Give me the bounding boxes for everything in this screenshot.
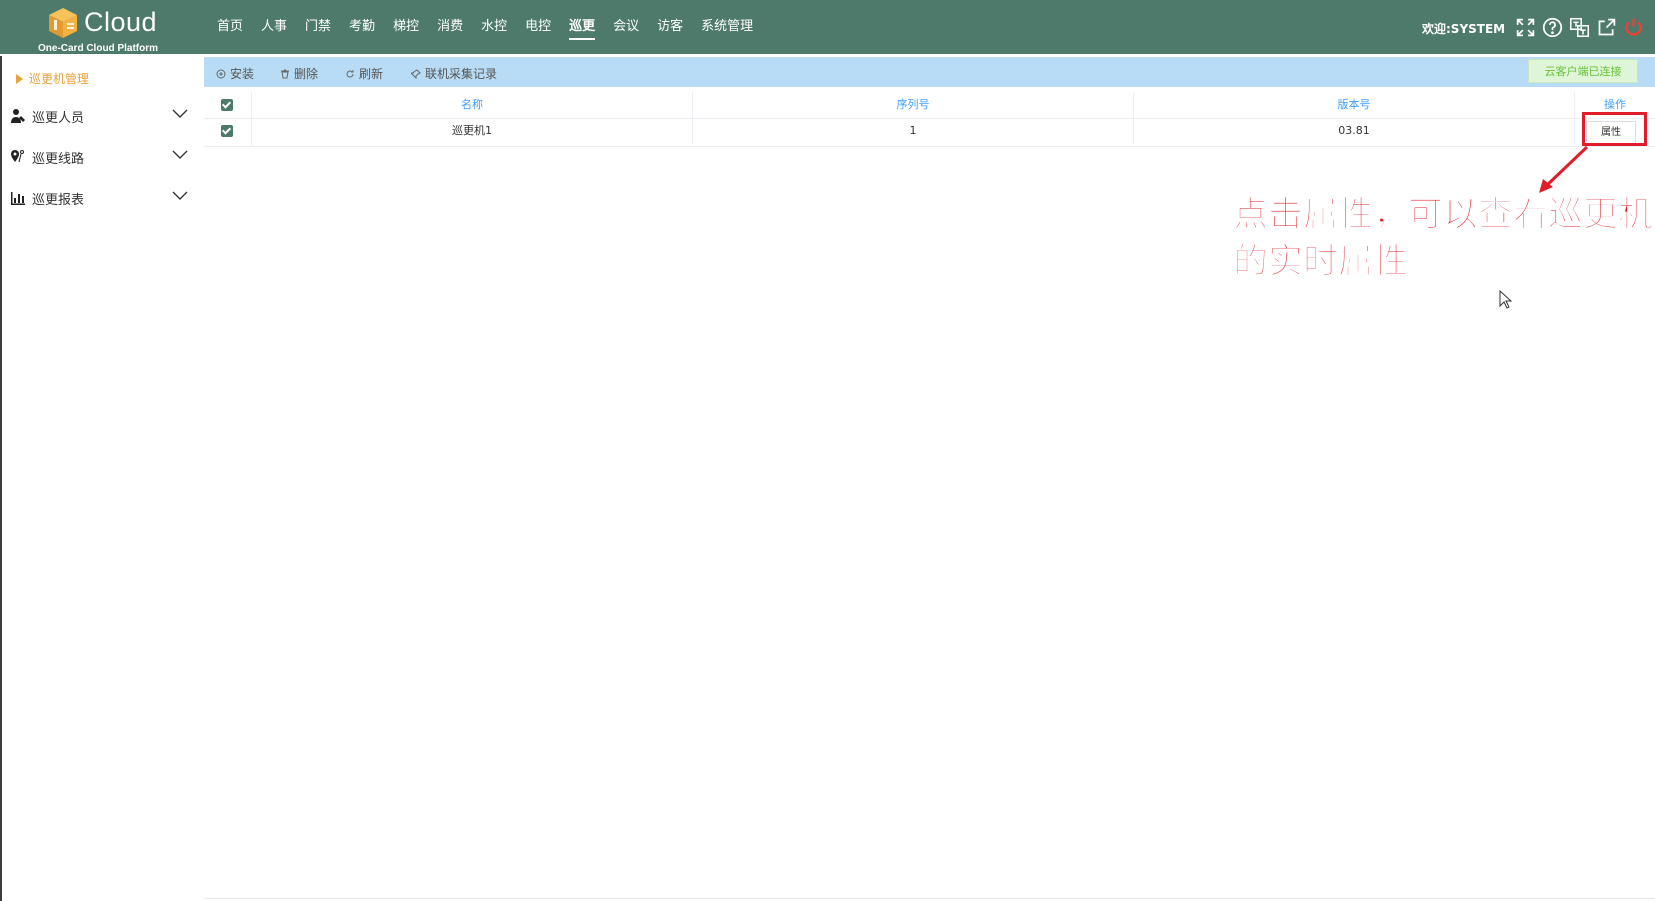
sidebar-item-patrol-personnel[interactable]: 巡更人员	[10, 104, 196, 128]
annotation-arrow-icon	[1539, 145, 1589, 193]
nav-elevator[interactable]: 梯控	[384, 0, 428, 54]
table-header: 名称 序列号 版本号 操作	[204, 92, 1655, 119]
refresh-button[interactable]: 刷新	[345, 65, 383, 82]
bar-chart-icon	[11, 192, 25, 205]
nav-home[interactable]: 首页	[208, 0, 252, 54]
highlight-box	[1582, 112, 1647, 146]
sidebar-item-label: 巡更人员	[32, 110, 85, 126]
divider	[204, 898, 1655, 899]
top-icon-group	[1515, 17, 1644, 38]
connection-status-badge: 云客户端已连接	[1528, 59, 1638, 83]
nav-visitor[interactable]: 访客	[648, 0, 692, 54]
select-all-cell	[204, 92, 252, 118]
top-navigation-bar: Cloud One-Card Cloud Platform 首页 人事 门禁 考…	[0, 0, 1655, 54]
delete-label: 删除	[294, 67, 319, 81]
annotation-text: 点击属性，可以查看巡更机的实时属性	[1233, 195, 1654, 283]
column-header-version[interactable]: 版本号	[1134, 92, 1575, 118]
toolbar: 安装 删除 刷新 联机采集记录	[204, 57, 1655, 87]
triangle-right-icon	[16, 73, 23, 84]
language-icon[interactable]	[1569, 17, 1590, 38]
sidebar-active-label: 巡更机管理	[29, 72, 90, 86]
trash-icon	[281, 69, 289, 78]
help-icon[interactable]	[1542, 17, 1563, 38]
nav-meeting[interactable]: 会议	[604, 0, 648, 54]
delete-button[interactable]: 删除	[280, 65, 318, 82]
mouse-cursor-icon	[1499, 290, 1513, 309]
chevron-down-icon	[172, 109, 188, 118]
sidebar-item-patrol-routes[interactable]: 巡更线路	[10, 145, 196, 169]
plus-circle-icon	[216, 69, 226, 78]
nav-water-control[interactable]: 水控	[472, 0, 516, 54]
nav-patrol[interactable]: 巡更	[560, 0, 604, 54]
nav-personnel[interactable]: 人事	[252, 0, 296, 54]
cube-logo-icon	[49, 8, 77, 38]
sidebar-item-label: 巡更线路	[32, 151, 85, 167]
sidebar-item-label: 巡更报表	[32, 192, 85, 208]
map-pin-icon	[11, 150, 24, 163]
select-all-checkbox[interactable]	[221, 99, 233, 111]
welcome-user: 欢迎:SYSTEM	[1422, 22, 1506, 36]
nav-access-control[interactable]: 门禁	[296, 0, 340, 54]
collect-records-label: 联机采集记录	[425, 67, 498, 81]
row-checkbox[interactable]	[221, 125, 233, 137]
brand-name: Cloud	[84, 7, 158, 37]
brand-subtitle: One-Card Cloud Platform	[38, 43, 159, 54]
cell-serial: 1	[693, 118, 1134, 144]
install-label: 安装	[230, 67, 255, 81]
cell-version: 03.81	[1134, 118, 1575, 144]
table-row[interactable]: 巡更机1 1 03.81 属性	[204, 118, 1655, 147]
pin-icon	[411, 68, 421, 79]
sidebar-item-patrol-reports[interactable]: 巡更报表	[10, 186, 196, 210]
refresh-icon	[346, 69, 354, 77]
user-icon	[11, 109, 25, 123]
external-link-icon[interactable]	[1596, 17, 1617, 38]
sidebar: 巡更机管理 巡更人员 巡更线路 巡更报表	[0, 56, 204, 901]
nav-attendance[interactable]: 考勤	[340, 0, 384, 54]
nav-consumption[interactable]: 消费	[428, 0, 472, 54]
power-icon[interactable]	[1623, 17, 1644, 38]
cell-name: 巡更机1	[252, 118, 693, 144]
fullscreen-icon[interactable]	[1515, 17, 1536, 38]
chevron-down-icon	[172, 150, 188, 159]
collect-records-button[interactable]: 联机采集记录	[411, 65, 497, 82]
sidebar-item-patrol-device-management[interactable]: 巡更机管理	[16, 70, 89, 87]
logo[interactable]: Cloud One-Card Cloud Platform	[36, 3, 176, 54]
main-nav: 首页 人事 门禁 考勤 梯控 消费 水控 电控 巡更 会议 访客 系统管理	[208, 0, 762, 54]
column-header-serial[interactable]: 序列号	[693, 92, 1134, 118]
row-select-cell	[204, 118, 252, 146]
refresh-label: 刷新	[359, 67, 384, 81]
nav-system-management[interactable]: 系统管理	[692, 0, 762, 54]
column-header-name[interactable]: 名称	[252, 92, 693, 118]
install-button[interactable]: 安装	[216, 65, 254, 82]
chevron-down-icon	[172, 191, 188, 200]
nav-power-control[interactable]: 电控	[516, 0, 560, 54]
